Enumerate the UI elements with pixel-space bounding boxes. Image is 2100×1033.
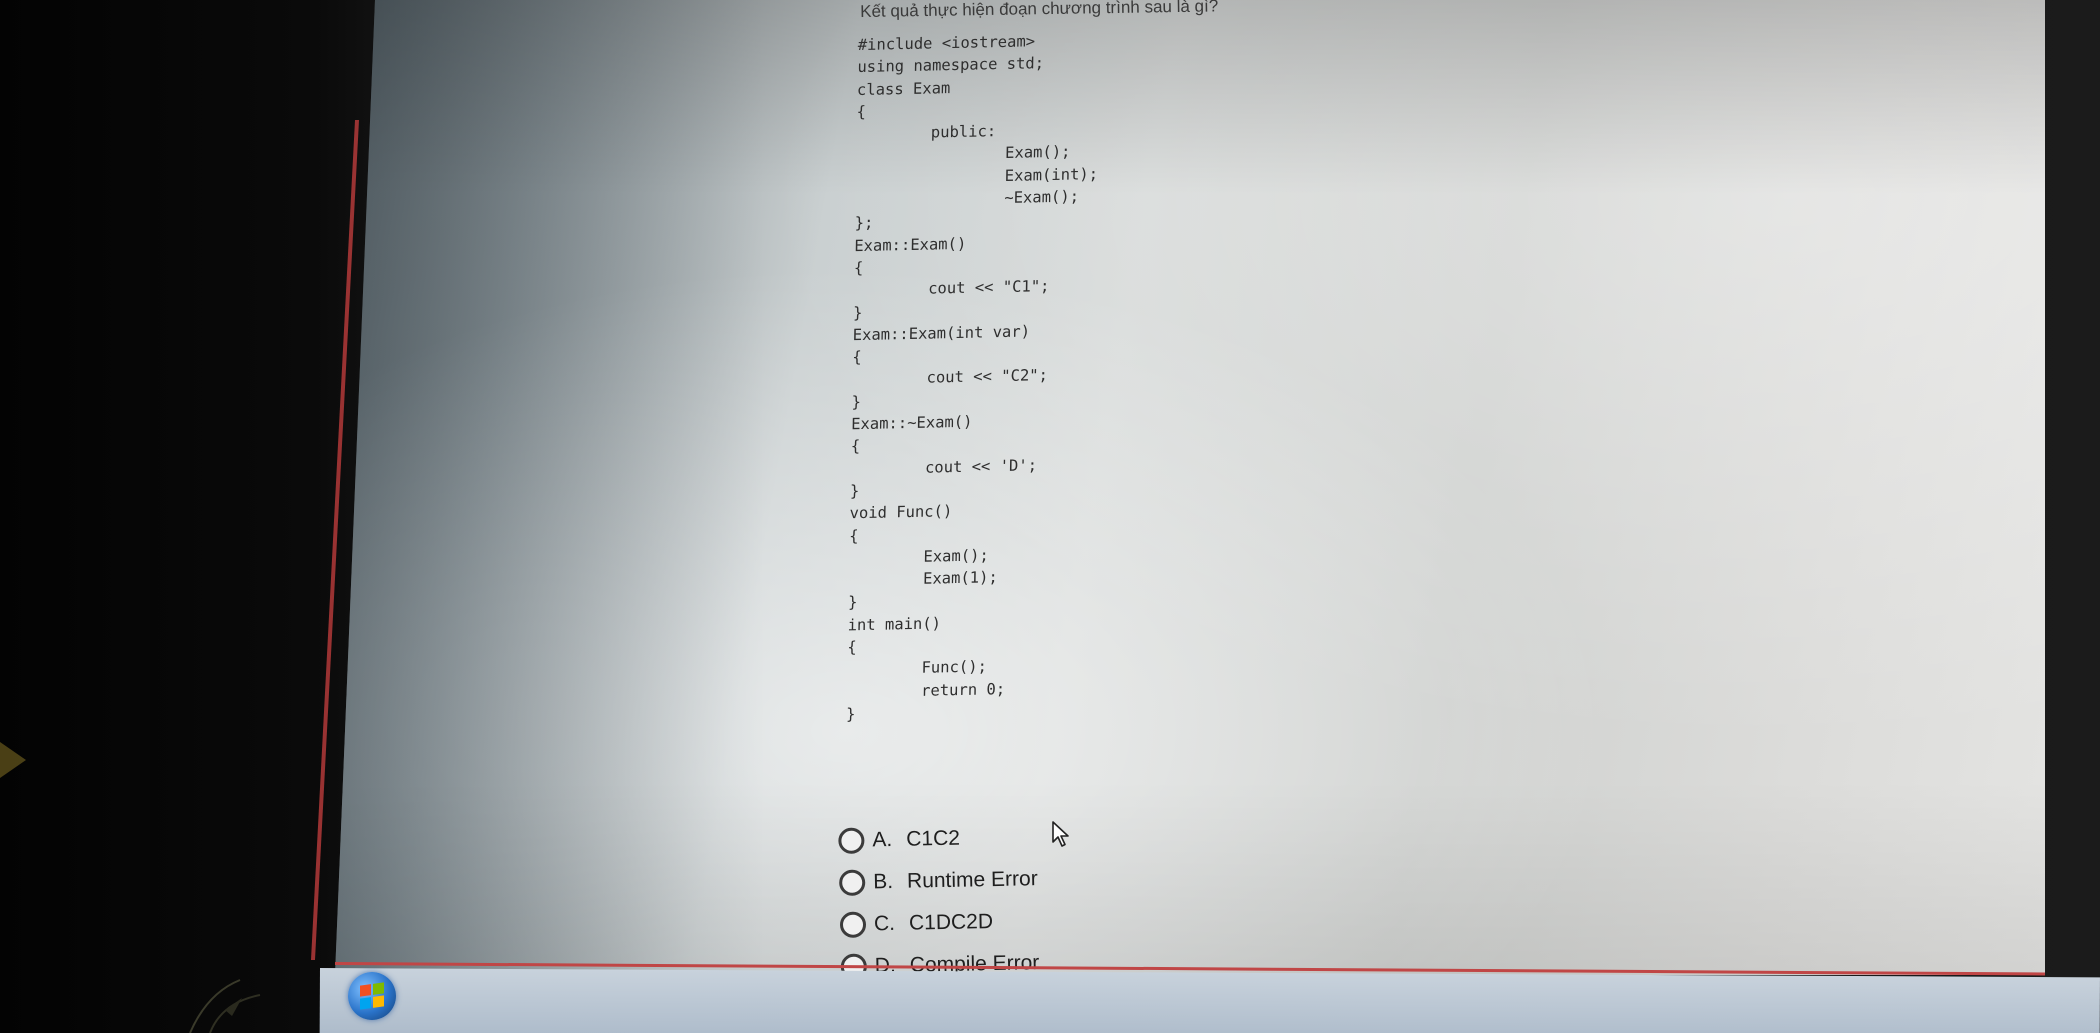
radio-circle-icon[interactable]: [838, 827, 865, 854]
code-line: cout << "C1";: [853, 277, 1050, 300]
option-text: C1DC2D: [908, 910, 994, 935]
option-letter: A.: [872, 827, 893, 852]
code-line: {: [849, 526, 859, 545]
code-line: Exam();: [855, 143, 1071, 166]
code-line: class Exam: [856, 78, 951, 99]
option-c[interactable]: C. C1DC2D: [839, 900, 1039, 946]
option-letter: C.: [873, 911, 896, 936]
taskbar: [319, 968, 2100, 1033]
option-text: C1C2: [906, 826, 961, 851]
photo-frame: Kết quả thực hiện đoạn chương trình sau …: [0, 0, 2100, 1033]
code-line: cout << "C2";: [851, 366, 1049, 389]
plant-silhouette: [189, 979, 261, 1033]
code-line: Exam::Exam(): [854, 234, 967, 255]
code-line: {: [850, 437, 861, 456]
code-line: return 0;: [846, 679, 1006, 701]
code-line: }: [847, 593, 858, 612]
code-line: }: [852, 303, 863, 322]
start-button[interactable]: [348, 972, 396, 1020]
code-line: using namespace std;: [857, 54, 1045, 77]
code-line: ~Exam();: [854, 187, 1080, 211]
code-line: {: [856, 102, 867, 121]
code-line: int main(): [847, 614, 942, 635]
answer-options: A. C1C2 B. Runtime Error C. C1DC2D D. Co…: [838, 816, 1040, 988]
screen-shadow: [335, 0, 765, 975]
radio-circle-icon[interactable]: [839, 911, 867, 938]
code-line: };: [854, 214, 874, 233]
code-line: void Func(): [849, 502, 953, 523]
code-line: Exam(1);: [848, 568, 998, 590]
option-letter: B.: [872, 869, 894, 894]
code-line: public:: [856, 122, 997, 144]
code-line: Func();: [846, 657, 988, 679]
code-line: cout << 'D';: [850, 455, 1038, 478]
code-line: Exam(int);: [855, 164, 1099, 188]
code-line: }: [849, 482, 860, 501]
code-line: }: [845, 705, 856, 724]
code-line: {: [853, 258, 864, 278]
code-line: {: [852, 348, 862, 367]
code-line: Exam::~Exam(): [851, 412, 973, 434]
bezel-reflection: [0, 742, 26, 778]
code-line: {: [847, 638, 857, 657]
code-line: }: [851, 392, 862, 411]
code-block: #include <iostream> using namespace std;…: [846, 29, 1101, 726]
code-line: #include <iostream>: [857, 32, 1036, 55]
code-line: Exam::Exam(int var): [852, 322, 1031, 345]
option-b[interactable]: B. Runtime Error: [838, 858, 1038, 904]
radio-circle-icon[interactable]: [838, 869, 866, 896]
windows-logo-icon: [360, 982, 384, 1010]
mouse-cursor-icon: [1052, 821, 1069, 847]
code-line: Exam();: [848, 546, 989, 568]
option-a[interactable]: A. C1C2: [838, 816, 1037, 862]
option-text: Runtime Error: [906, 867, 1038, 893]
